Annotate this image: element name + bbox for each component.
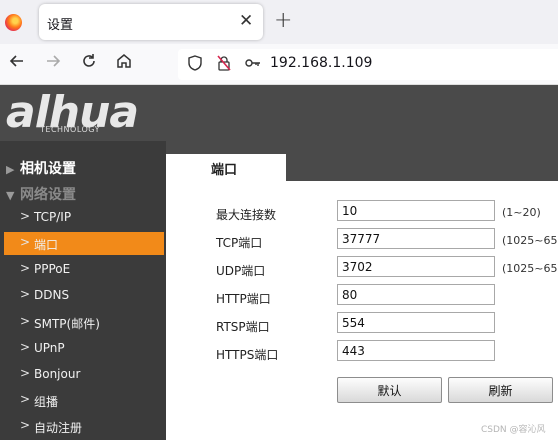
http-port-label: HTTP端口 — [216, 292, 271, 306]
sidebar-item-ddns[interactable]: > DDNS — [4, 284, 164, 307]
sidebar-item-label: 自动注册 — [34, 421, 83, 435]
sidebar-item-auto-register[interactable]: > 自动注册 — [4, 415, 164, 438]
new-tab-button[interactable]: + — [274, 8, 292, 33]
chevron-right-icon: > — [20, 314, 31, 328]
udp-port-label: UDP端口 — [216, 264, 266, 278]
chevron-right-icon: > — [20, 287, 31, 301]
tcp-port-hint: (1025~65535) — [502, 234, 558, 247]
forward-icon[interactable] — [44, 52, 62, 75]
chevron-right-icon: > — [20, 209, 31, 223]
rtsp-port-label: RTSP端口 — [216, 320, 270, 334]
sidebar-category-camera[interactable]: ▶ 相机设置 — [6, 158, 76, 178]
tcp-port-input[interactable] — [337, 228, 495, 249]
chevron-right-icon: > — [20, 418, 31, 432]
sidebar-item-tcpip[interactable]: > TCP/IP — [4, 206, 164, 229]
reload-icon[interactable] — [80, 52, 98, 75]
close-tab-icon[interactable]: ✕ — [239, 11, 253, 31]
sidebar-category-network[interactable]: ▼ 网络设置 — [6, 184, 76, 204]
sidebar-item-port[interactable]: > 端口 — [4, 232, 164, 255]
refresh-button[interactable]: 刷新 — [448, 377, 553, 403]
max-connections-label: 最大连接数 — [216, 208, 277, 222]
default-button[interactable]: 默认 — [337, 377, 442, 403]
sidebar-item-upnp[interactable]: > UPnP — [4, 337, 164, 360]
sidebar-item-label: 端口 — [34, 238, 59, 252]
sidebar-item-label: SMTP(邮件) — [34, 317, 100, 331]
device-header: alhua TECHNOLOGY — [0, 85, 558, 141]
home-icon[interactable] — [115, 52, 133, 75]
section-header-strip: 端口 — [166, 141, 558, 181]
https-port-input[interactable] — [337, 340, 495, 361]
port-settings-panel: 端口 最大连接数 (1~20) TCP端口 (1025~65535) UDP端口… — [166, 141, 558, 440]
brand-tagline: TECHNOLOGY — [40, 125, 100, 134]
browser-tab-bar: 设置 ✕ + — [0, 0, 558, 44]
category-label: 相机设置 — [20, 161, 76, 177]
sidebar-item-label: TCP/IP — [34, 210, 72, 224]
expanded-arrow-icon: ▼ — [6, 189, 15, 202]
browser-nav-bar: 192.168.1.109 — [0, 44, 558, 85]
chevron-right-icon: > — [20, 235, 31, 249]
rtsp-port-input[interactable] — [337, 312, 495, 333]
key-icon — [244, 54, 262, 76]
browser-tab[interactable]: 设置 ✕ — [39, 4, 263, 40]
tcp-port-label: TCP端口 — [216, 236, 263, 250]
https-port-label: HTTPS端口 — [216, 348, 279, 362]
sidebar-item-label: 组播 — [34, 395, 59, 409]
watermark-text: CSDN @容沁风 — [481, 425, 546, 435]
collapsed-arrow-icon: ▶ — [6, 163, 15, 176]
udp-port-hint: (1025~65535) — [502, 262, 558, 275]
shield-icon[interactable] — [187, 54, 203, 76]
url-text[interactable]: 192.168.1.109 — [270, 55, 372, 71]
udp-port-input[interactable] — [337, 256, 495, 277]
firefox-logo-icon[interactable] — [5, 14, 22, 31]
back-icon[interactable] — [8, 52, 26, 75]
tab-title: 设置 — [47, 18, 74, 33]
max-connections-hint: (1~20) — [502, 206, 541, 219]
max-connections-input[interactable] — [337, 200, 495, 221]
sidebar-item-label: PPPoE — [34, 262, 71, 276]
sidebar-item-bonjour[interactable]: > Bonjour — [4, 363, 164, 386]
sidebar-item-multicast[interactable]: > 组播 — [4, 389, 164, 412]
sidebar-item-label: Bonjour — [34, 367, 81, 381]
chevron-right-icon: > — [20, 366, 31, 380]
http-port-input[interactable] — [337, 284, 495, 305]
chevron-right-icon: > — [20, 340, 31, 354]
chevron-right-icon: > — [20, 261, 31, 275]
url-bar[interactable]: 192.168.1.109 — [178, 49, 558, 80]
chevron-right-icon: > — [20, 392, 31, 406]
section-title: 端口 — [211, 163, 238, 178]
settings-sidebar: ▶ 相机设置 ▼ 网络设置 > TCP/IP > 端口 > PPPoE > DDNS… — [0, 141, 166, 440]
permissions-icon[interactable] — [216, 54, 232, 76]
sidebar-item-pppoe[interactable]: > PPPoE — [4, 258, 164, 281]
sidebar-item-smtp[interactable]: > SMTP(邮件) — [4, 311, 164, 334]
section-tab: 端口 — [166, 154, 286, 181]
sidebar-item-label: UPnP — [34, 341, 65, 355]
category-label: 网络设置 — [20, 187, 76, 203]
sidebar-item-label: DDNS — [34, 288, 70, 302]
